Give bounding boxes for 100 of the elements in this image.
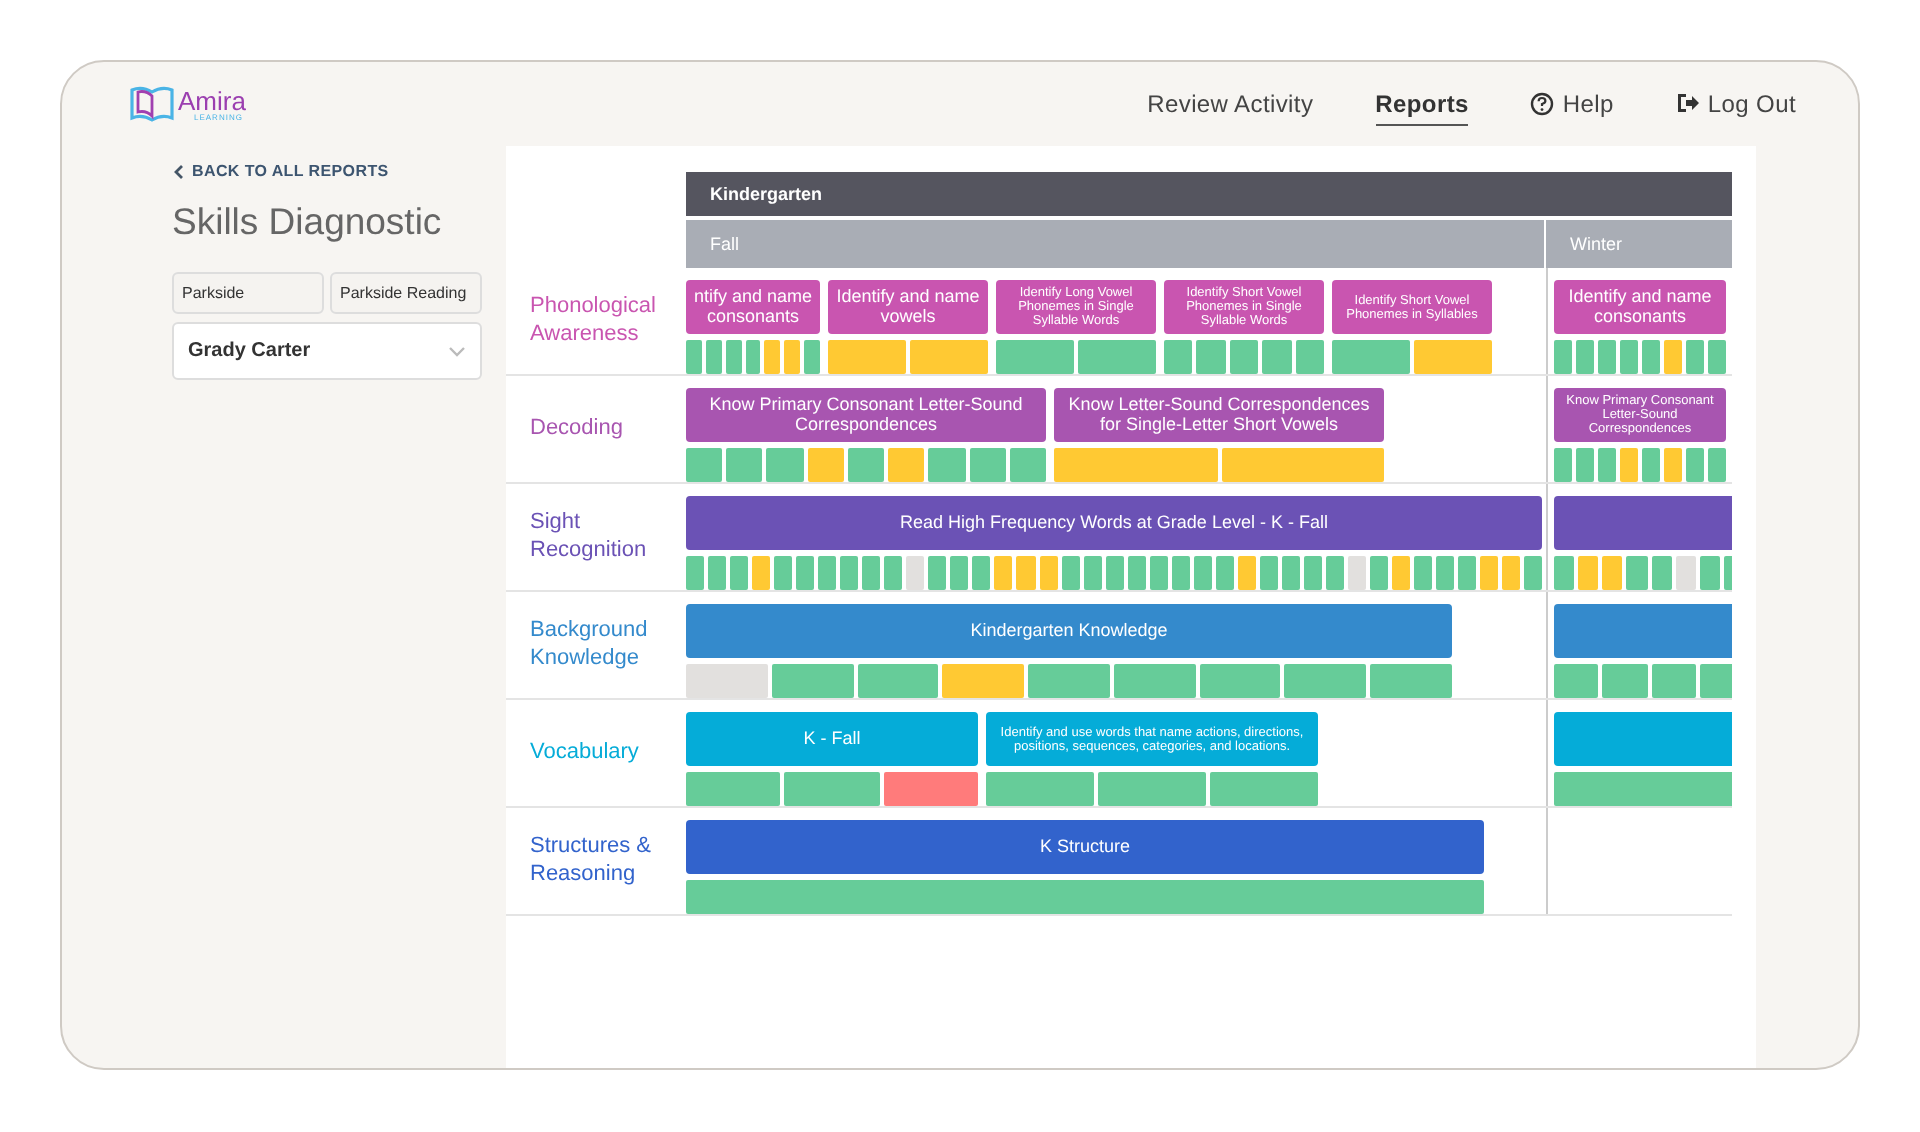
score-cell[interactable] (1370, 664, 1453, 698)
student-dropdown[interactable]: Grady Carter (172, 322, 482, 380)
nav-link[interactable]: Review Activity (1147, 83, 1314, 125)
score-cell[interactable] (986, 772, 1094, 806)
score-cell[interactable] (1196, 340, 1226, 374)
score-cell[interactable] (906, 556, 925, 590)
score-cell[interactable] (1061, 556, 1080, 590)
score-cell[interactable] (725, 340, 742, 374)
score-cell[interactable] (1620, 448, 1638, 482)
score-cell[interactable] (1414, 556, 1433, 590)
score-cell[interactable] (705, 340, 722, 374)
score-cell[interactable] (969, 448, 1006, 482)
score-cell[interactable] (1210, 772, 1318, 806)
score-cell[interactable] (1664, 340, 1682, 374)
score-cell[interactable] (1028, 664, 1110, 698)
score-cell[interactable] (1284, 664, 1367, 698)
score-cell[interactable] (1554, 448, 1572, 482)
score-cell[interactable] (950, 556, 969, 590)
score-cell[interactable] (928, 556, 947, 590)
score-cell[interactable] (1708, 448, 1726, 482)
score-cell[interactable] (994, 556, 1013, 590)
back-link[interactable]: BACK TO ALL REPORTS (172, 162, 482, 180)
score-cell[interactable] (1458, 556, 1477, 590)
score-cell[interactable] (1436, 556, 1455, 590)
score-cell[interactable] (883, 772, 978, 806)
nav-link[interactable]: Help (1530, 83, 1614, 125)
score-cell[interactable] (857, 664, 939, 698)
score-cell[interactable] (796, 556, 815, 590)
filter-chip[interactable]: Parkside Reading (330, 272, 482, 314)
score-cell[interactable] (828, 340, 906, 374)
score-cell[interactable] (1113, 664, 1196, 698)
score-cell[interactable] (784, 340, 801, 374)
score-cell[interactable] (1598, 448, 1616, 482)
score-cell[interactable] (942, 664, 1025, 698)
score-cell[interactable] (910, 340, 988, 374)
score-cell[interactable] (996, 340, 1074, 374)
skill-bar[interactable]: Read High Frequency Words at Grade Level - K - Fall (686, 496, 1542, 551)
score-cell[interactable] (726, 448, 763, 482)
score-cell[interactable] (766, 448, 804, 482)
skill-bar[interactable]: K - Fall (686, 712, 978, 767)
score-cell[interactable] (1620, 340, 1638, 374)
skill-bar[interactable] (1554, 496, 1732, 551)
score-cell[interactable] (1626, 556, 1647, 590)
score-cell[interactable] (771, 664, 854, 698)
score-cell[interactable] (1651, 556, 1672, 590)
score-cell[interactable] (1054, 448, 1217, 482)
score-cell[interactable] (686, 556, 705, 590)
score-cell[interactable] (1332, 340, 1410, 374)
score-cell[interactable] (1554, 664, 1599, 698)
score-cell[interactable] (1259, 556, 1278, 590)
skill-bar[interactable] (1554, 712, 1732, 767)
score-cell[interactable] (1554, 556, 1575, 590)
score-cell[interactable] (1480, 556, 1499, 590)
score-cell[interactable] (1295, 340, 1325, 374)
score-cell[interactable] (1193, 556, 1212, 590)
skill-bar[interactable]: Identify and name consonants (1554, 280, 1726, 335)
logo-wordmark[interactable]: Amira (178, 87, 246, 113)
score-cell[interactable] (708, 556, 727, 590)
score-cell[interactable] (730, 556, 749, 590)
score-cell[interactable] (1392, 556, 1411, 590)
score-cell[interactable] (1078, 340, 1156, 374)
score-cell[interactable] (847, 448, 885, 482)
score-cell[interactable] (1598, 340, 1616, 374)
score-cell[interactable] (1127, 556, 1146, 590)
score-cell[interactable] (1347, 556, 1366, 590)
score-cell[interactable] (1686, 448, 1704, 482)
score-cell[interactable] (1651, 664, 1696, 698)
score-cell[interactable] (1105, 556, 1124, 590)
score-cell[interactable] (1098, 772, 1206, 806)
score-cell[interactable] (888, 448, 925, 482)
nav-link[interactable]: Reports (1375, 83, 1469, 125)
score-cell[interactable] (1554, 340, 1572, 374)
score-cell[interactable] (1414, 340, 1492, 374)
score-cell[interactable] (1675, 556, 1696, 590)
score-cell[interactable] (1708, 340, 1726, 374)
score-cell[interactable] (1237, 556, 1256, 590)
score-cell[interactable] (1602, 664, 1647, 698)
score-cell[interactable] (1262, 340, 1292, 374)
score-cell[interactable] (1664, 448, 1682, 482)
score-cell[interactable] (1554, 772, 1732, 806)
score-cell[interactable] (1699, 664, 1732, 698)
score-cell[interactable] (1524, 556, 1543, 590)
score-cell[interactable] (1578, 556, 1599, 590)
score-cell[interactable] (686, 772, 781, 806)
score-cell[interactable] (928, 448, 966, 482)
skill-bar[interactable]: Know Letter-Sound Correspondences for Single-Letter Short Vowels (1054, 388, 1384, 443)
score-cell[interactable] (1199, 664, 1281, 698)
skill-bar[interactable] (1554, 604, 1732, 659)
filter-chip[interactable]: Parkside (172, 272, 324, 314)
skill-bar[interactable]: ntify and name consonants (686, 280, 820, 335)
score-cell[interactable] (752, 556, 771, 590)
score-cell[interactable] (1502, 556, 1521, 590)
score-cell[interactable] (1164, 340, 1193, 374)
score-cell[interactable] (862, 556, 881, 590)
score-cell[interactable] (686, 664, 768, 698)
score-cell[interactable] (774, 556, 793, 590)
score-cell[interactable] (764, 340, 781, 374)
score-cell[interactable] (1576, 448, 1594, 482)
score-cell[interactable] (1369, 556, 1388, 590)
nav-link[interactable]: Log Out (1675, 83, 1796, 125)
